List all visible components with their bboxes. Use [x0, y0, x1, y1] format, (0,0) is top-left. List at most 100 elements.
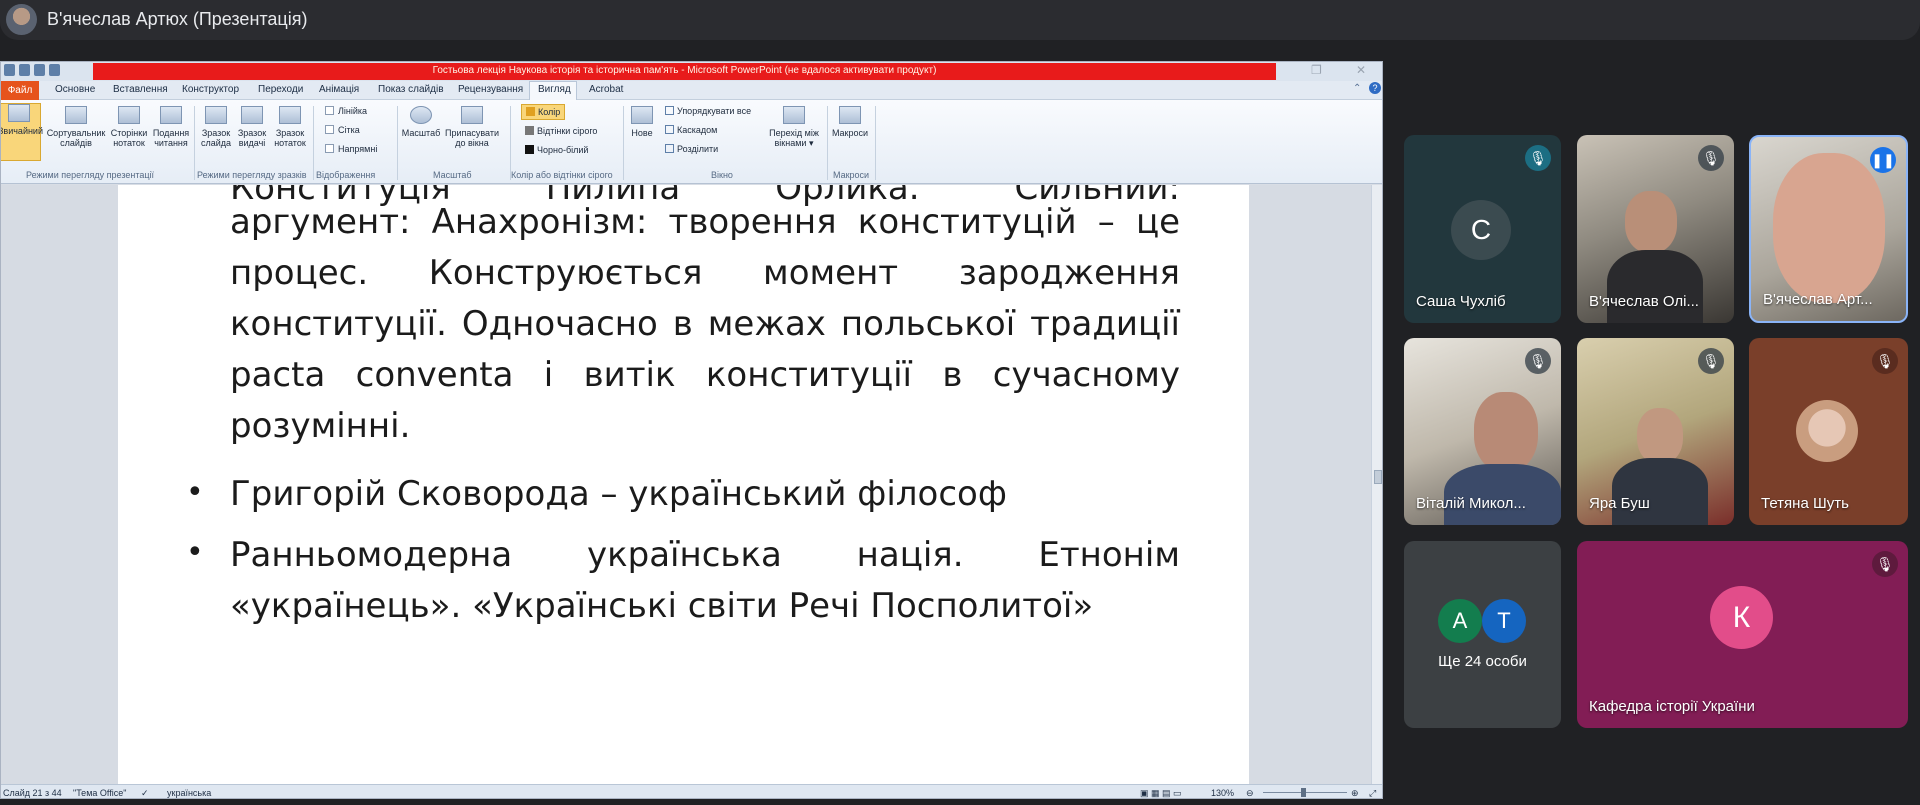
gridlines-checkbox[interactable]: Сітка — [325, 125, 360, 135]
group-label-macros: Макроси — [833, 170, 870, 180]
normal-view-button[interactable]: Звичайний — [1, 103, 43, 161]
avatar: С — [1451, 200, 1511, 260]
participant-tile[interactable]: К 🎙 Кафедра історії України — [1577, 541, 1908, 728]
arrange-all-button[interactable]: Упорядкувати все — [665, 106, 751, 116]
ribbon-separator — [875, 106, 876, 180]
slide-sorter-button[interactable]: Сортувальник слайдів — [45, 106, 107, 148]
redo-icon[interactable] — [49, 64, 60, 76]
participant-tile-active-speaker[interactable]: ❚❚ В'ячеслав Арт... — [1749, 135, 1908, 323]
tab-slideshow[interactable]: Показ слайдів — [378, 84, 444, 95]
color-button[interactable]: Колір — [521, 104, 566, 120]
participant-tile[interactable]: С 🎙 Саша Чухліб — [1404, 135, 1561, 323]
switch-windows-button[interactable]: Перехід між вікнами ▾ — [763, 106, 825, 148]
participant-name: Яра Буш — [1589, 495, 1650, 512]
tab-acrobat[interactable]: Acrobat — [589, 84, 623, 95]
avatar: А — [1438, 599, 1482, 643]
tab-review[interactable]: Рецензування — [458, 84, 523, 95]
ribbon-tabs: Файл Основне Вставлення Конструктор Пере… — [1, 81, 1382, 101]
tab-design[interactable]: Конструктор — [182, 84, 239, 95]
powerpoint-window: Гостьова лекція Наукова історія та істор… — [0, 61, 1383, 799]
grayscale-icon — [525, 126, 534, 135]
more-participants-label: Ще 24 особи — [1438, 653, 1527, 670]
participant-tile[interactable]: 🎙 Тетяна Шуть — [1749, 338, 1908, 525]
slide-master-button[interactable]: Зразок слайда — [199, 106, 233, 148]
close-icon[interactable]: ✕ — [1356, 63, 1366, 77]
zoom-slider-thumb[interactable] — [1301, 788, 1306, 797]
reading-view-button[interactable]: Подання читання — [151, 106, 191, 148]
ruler-checkbox[interactable]: Лінійка — [325, 106, 367, 116]
avatar: Т — [1482, 599, 1526, 643]
ribbon-separator — [397, 106, 398, 180]
video-feed — [1474, 392, 1538, 472]
ribbon-separator — [623, 106, 624, 180]
vertical-scrollbar[interactable] — [1371, 185, 1382, 785]
grayscale-button[interactable]: Відтінки сірого — [525, 126, 597, 136]
cascade-icon — [665, 125, 674, 134]
more-participants-tile[interactable]: А Т Ще 24 особи — [1404, 541, 1561, 728]
handout-master-button[interactable]: Зразок видачі — [235, 106, 269, 148]
notes-page-icon — [118, 106, 140, 124]
scrollbar-thumb[interactable] — [1374, 470, 1382, 484]
group-label-color: Колір або відтінки сірого — [511, 170, 613, 180]
help-icon[interactable]: ? — [1369, 82, 1381, 94]
new-window-button[interactable]: Нове — [625, 106, 659, 138]
language-label[interactable]: українська — [167, 788, 211, 798]
video-feed — [1612, 458, 1708, 525]
undo-icon[interactable] — [34, 64, 45, 76]
ribbon-separator — [827, 106, 828, 180]
zoom-level[interactable]: 130% — [1211, 788, 1234, 798]
notes-page-button[interactable]: Сторінки нотаток — [108, 106, 150, 148]
mic-off-icon: 🎙 — [1872, 348, 1898, 374]
slide-bullet-3: Ранньомодерна українська нація. Етнонім … — [230, 535, 1180, 626]
normal-view-icon — [8, 104, 30, 122]
zoom-button[interactable]: Масштаб — [400, 106, 442, 138]
bullet-icon: • — [186, 535, 204, 570]
fit-to-window-button[interactable]: Припасувати до вікна — [444, 106, 500, 148]
participant-name: Віталій Микол... — [1416, 495, 1526, 512]
meet-top-bar: В'ячеслав Артюх (Презентація) — [0, 0, 1920, 40]
tab-view[interactable]: Вигляд — [538, 84, 571, 95]
fit-slide-icon[interactable]: ⤢ — [1369, 788, 1376, 798]
macros-button[interactable]: Макроси — [829, 106, 871, 138]
spellcheck-icon[interactable]: ✓ — [141, 788, 149, 798]
view-buttons[interactable]: ▣ ▦ ▤ ▭ — [1140, 788, 1182, 798]
tab-home[interactable]: Основне — [55, 84, 95, 95]
switch-windows-icon — [783, 106, 805, 124]
status-bar: Слайд 21 з 44 "Тема Office" ✓ українська… — [1, 784, 1382, 798]
new-window-icon — [631, 106, 653, 124]
video-feed — [1637, 408, 1683, 464]
arrange-icon — [665, 106, 674, 115]
handout-master-icon — [241, 106, 263, 124]
zoom-in-icon[interactable]: ⊕ — [1351, 788, 1359, 798]
tab-transitions[interactable]: Переходи — [258, 84, 303, 95]
reading-view-icon — [160, 106, 182, 124]
mic-off-icon: 🎙 — [1525, 348, 1551, 374]
participant-name: Кафедра історії України — [1589, 698, 1755, 715]
tab-insert[interactable]: Вставлення — [113, 84, 168, 95]
guides-checkbox[interactable]: Напрямні — [325, 144, 377, 154]
slide-canvas[interactable]: Конституція Пилипа Орлика. Сильний: аргу… — [118, 185, 1249, 785]
black-white-button[interactable]: Чорно-білий — [525, 145, 588, 155]
split-icon — [665, 144, 674, 153]
theme-name: "Тема Office" — [73, 788, 127, 798]
slide-bullet-2: Григорій Сковорода – український філософ — [230, 474, 1007, 514]
tab-animations[interactable]: Анімація — [319, 84, 359, 95]
participant-name: Тетяна Шуть — [1761, 495, 1849, 512]
minimize-ribbon-icon[interactable]: ⌃ — [1353, 83, 1361, 94]
zoom-out-icon[interactable]: ⊖ — [1246, 788, 1254, 798]
group-label-show: Відображення — [316, 170, 376, 180]
tab-file[interactable]: Файл — [1, 81, 39, 100]
save-icon[interactable] — [19, 64, 30, 76]
avatar: К — [1710, 586, 1773, 649]
notes-master-button[interactable]: Зразок нотаток — [271, 106, 309, 148]
split-button[interactable]: Розділити — [665, 144, 718, 154]
participant-tile[interactable]: 🎙 Віталій Микол... — [1404, 338, 1561, 525]
app-icon — [4, 64, 15, 76]
mic-off-icon: 🎙 — [1525, 145, 1551, 171]
restore-icon[interactable]: ❐ — [1311, 63, 1322, 77]
cascade-button[interactable]: Каскадом — [665, 125, 717, 135]
participant-tile[interactable]: 🎙 В'ячеслав Олі... — [1577, 135, 1734, 323]
slide-master-icon — [205, 106, 227, 124]
participant-tile[interactable]: 🎙 Яра Буш — [1577, 338, 1734, 525]
slide-counter: Слайд 21 з 44 — [3, 788, 62, 798]
